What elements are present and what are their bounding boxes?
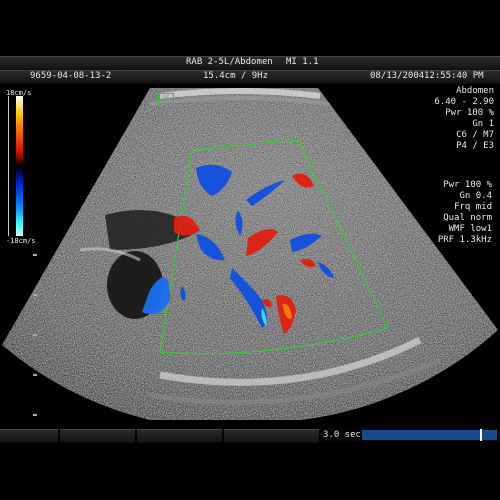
mi-label: MI 1.1 [286, 57, 319, 67]
velocity-color-bar [16, 96, 23, 236]
footer-segment-2 [60, 429, 135, 443]
velocity-scale-frame [8, 96, 15, 236]
time-scale-label: 3.0 sec [323, 430, 361, 440]
depth-tick [33, 254, 37, 256]
date-label: 08/13/2004 [370, 71, 425, 81]
param-line: Qual norm [443, 213, 492, 223]
orientation-marker-icon: GE [158, 93, 174, 104]
footer-segment-1 [0, 429, 58, 443]
param-line: Frq mid [454, 202, 492, 212]
param-line: Pwr 100 % [445, 108, 494, 118]
param-line: PRF 1.3kHz [437, 235, 492, 245]
params-2d-panel: Abdomen 6.40 - 2.90 Pwr 100 % Gn 1 C6 / … [404, 86, 494, 152]
param-line: Pwr 100 % [443, 180, 492, 190]
param-line: WMF low1 [448, 224, 492, 234]
param-line: C6 / M7 [456, 130, 494, 140]
depth-frequency-label: 15.4cm / 9Hz [203, 71, 269, 81]
depth-tick [33, 334, 37, 336]
param-line: 6.40 - 2.90 [434, 97, 494, 107]
probe-preset-label: RAB 2-5L/Abdomen [186, 57, 273, 67]
header-panel: RAB 2-5L/Abdomen MI 1.1 9659-04-08-13-2 … [0, 0, 500, 86]
footer-segment-3 [137, 429, 222, 443]
params-color-panel: Pwr 100 % Gn 0.4 Frq mid Qual norm WMF l… [402, 180, 492, 246]
velocity-min-label: -18cm/s [6, 237, 36, 245]
patient-id-label: 9659-04-08-13-2 [30, 71, 112, 81]
param-line: Abdomen [456, 86, 494, 96]
param-line: Gn 0.4 [459, 191, 492, 201]
time-label: 12:55:40 PM [424, 71, 484, 81]
depth-tick [33, 294, 37, 296]
param-line: Gn 1 [472, 119, 494, 129]
footer-segment-4 [224, 429, 319, 443]
cine-timeline[interactable] [362, 430, 497, 440]
param-line: P4 / E3 [456, 141, 494, 151]
depth-tick [33, 414, 37, 416]
cine-cursor[interactable] [480, 429, 482, 441]
depth-tick [33, 374, 37, 376]
